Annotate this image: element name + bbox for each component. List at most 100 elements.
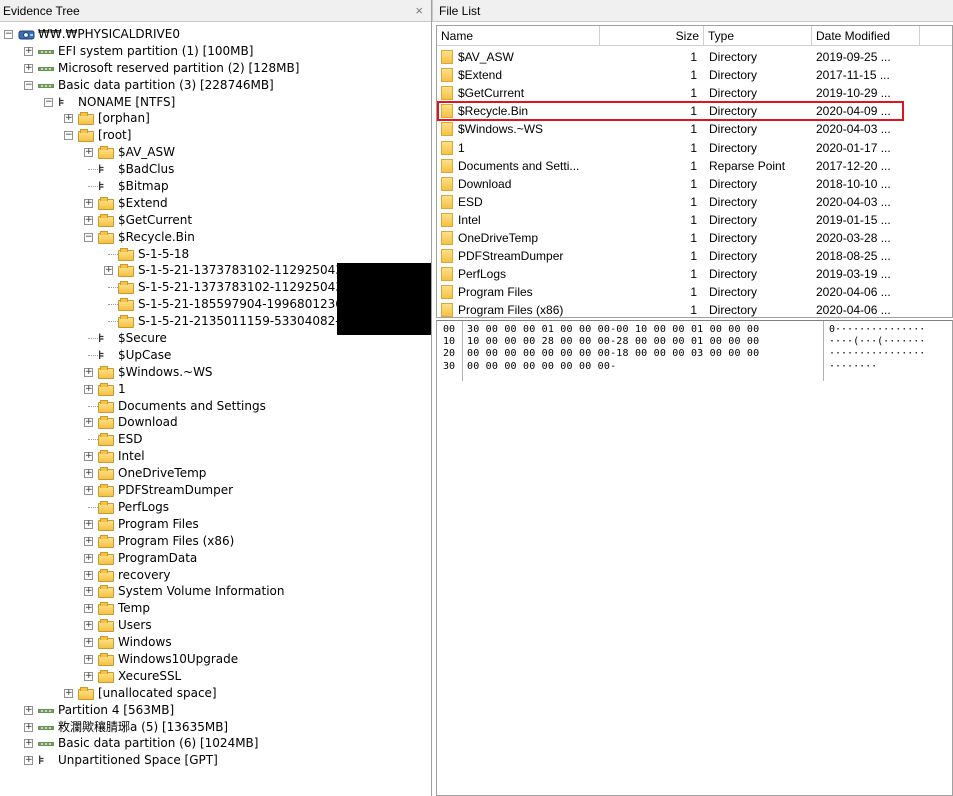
- tree-node-label: Unpartitioned Space [GPT]: [58, 753, 218, 768]
- file-row[interactable]: Program Files (x86) 1 Directory 2020-04-06 …: [437, 301, 952, 317]
- tree-node[interactable]: + EFI system partition (1) [100MB]: [0, 43, 431, 60]
- file-row[interactable]: PerfLogs 1 Directory 2019-03-19 ...: [437, 265, 952, 283]
- tree-node[interactable]: + Windows10Upgrade: [0, 651, 431, 668]
- tree-node[interactable]: + $Windows.~WS: [0, 364, 431, 381]
- expand-icon[interactable]: +: [24, 46, 33, 56]
- tree-node[interactable]: + Program Files: [0, 516, 431, 533]
- expand-icon[interactable]: +: [84, 587, 93, 597]
- file-row[interactable]: Documents and Setti... 1 Reparse Point 2017…: [437, 157, 952, 175]
- expand-icon[interactable]: +: [24, 63, 33, 73]
- file-row[interactable]: Download 1 Directory 2018-10-10 ...: [437, 175, 952, 193]
- tree-node[interactable]: + Temp: [0, 600, 431, 617]
- expand-icon[interactable]: +: [84, 519, 93, 529]
- tree-node[interactable]: − $Recycle.Bin: [0, 229, 431, 246]
- tree-node[interactable]: + Microsoft reserved partition (2) [128MB…: [0, 60, 431, 77]
- column-type[interactable]: Type: [704, 26, 812, 46]
- tree-node[interactable]: + Windows: [0, 634, 431, 651]
- column-name[interactable]: Name: [437, 26, 600, 46]
- hex-row[interactable]: 00 30 00 00 00 01 00 00 00-00 10 00 00 01…: [437, 324, 953, 336]
- file-row[interactable]: $Recycle.Bin 1 Directory 2020-04-09 ...: [437, 102, 952, 120]
- expand-icon[interactable]: +: [84, 469, 93, 479]
- expand-icon[interactable]: +: [64, 114, 73, 124]
- file-row[interactable]: 1 1 Directory 2020-01-17 ...: [437, 139, 952, 157]
- column-size[interactable]: Size: [600, 26, 704, 46]
- expand-icon[interactable]: +: [84, 384, 93, 394]
- expand-icon[interactable]: +: [84, 671, 93, 681]
- tree-node[interactable]: ⊧ $UpCase: [0, 347, 431, 364]
- expand-icon[interactable]: +: [24, 722, 33, 732]
- file-row[interactable]: Intel 1 Directory 2019-01-15 ...: [437, 211, 952, 229]
- file-row[interactable]: $GetCurrent 1 Directory 2019-10-29 ...: [437, 84, 952, 102]
- folder-icon: [98, 585, 114, 599]
- tree-node[interactable]: + $Extend: [0, 195, 431, 212]
- tree-node[interactable]: ⊧ $Bitmap: [0, 178, 431, 195]
- expand-icon[interactable]: +: [84, 570, 93, 580]
- tree-node[interactable]: + Download: [0, 414, 431, 431]
- expand-icon[interactable]: +: [84, 486, 93, 496]
- tree-node[interactable]: + Users: [0, 617, 431, 634]
- tree-node[interactable]: − ⊧ NONAME [NTFS]: [0, 94, 431, 111]
- tree-node[interactable]: + Partition 4 [563MB]: [0, 702, 431, 719]
- expand-icon[interactable]: +: [84, 536, 93, 546]
- expand-icon[interactable]: +: [24, 739, 33, 749]
- tree-node[interactable]: + Basic data partition (6) [1024MB]: [0, 735, 431, 752]
- expand-icon[interactable]: +: [84, 604, 93, 614]
- tree-node[interactable]: + Intel: [0, 448, 431, 465]
- collapse-icon[interactable]: −: [64, 131, 73, 141]
- collapse-icon[interactable]: −: [44, 97, 53, 107]
- tree-node[interactable]: − ₩₩.₩PHYSICALDRIVE0: [0, 26, 431, 43]
- column-date-modified[interactable]: Date Modified: [812, 26, 920, 46]
- expand-icon[interactable]: +: [84, 654, 93, 664]
- expand-icon[interactable]: +: [84, 418, 93, 428]
- hex-row[interactable]: 10 10 00 00 00 28 00 00 00-28 00 00 00 01…: [437, 336, 953, 348]
- collapse-icon[interactable]: −: [24, 80, 33, 90]
- file-row[interactable]: $Windows.~WS 1 Directory 2020-04-03 ...: [437, 120, 952, 138]
- expand-icon[interactable]: +: [24, 705, 33, 715]
- hex-row[interactable]: 20 00 00 00 00 00 00 00 00-18 00 00 00 03…: [437, 348, 953, 360]
- expand-icon[interactable]: +: [84, 638, 93, 648]
- tree-node[interactable]: + ProgramData: [0, 550, 431, 567]
- file-row[interactable]: OneDriveTemp 1 Directory 2020-03-28 ...: [437, 229, 952, 247]
- tree-node[interactable]: + recovery: [0, 567, 431, 584]
- expand-icon[interactable]: +: [84, 621, 93, 631]
- tree-node[interactable]: + PDFStreamDumper: [0, 482, 431, 499]
- collapse-icon[interactable]: −: [84, 232, 93, 242]
- tree-node[interactable]: + Program Files (x86): [0, 533, 431, 550]
- tree-node[interactable]: Documents and Settings: [0, 398, 431, 415]
- expand-icon[interactable]: +: [84, 553, 93, 563]
- tree-node[interactable]: ⊧ $BadClus: [0, 161, 431, 178]
- tree-node[interactable]: − [root]: [0, 127, 431, 144]
- expand-icon[interactable]: +: [84, 148, 93, 158]
- expand-icon[interactable]: +: [84, 452, 93, 462]
- file-row[interactable]: Program Files 1 Directory 2020-04-06 ...: [437, 283, 952, 301]
- hex-row[interactable]: 30 00 00 00 00 00 00 00 00- ········: [437, 361, 953, 373]
- tree-node[interactable]: S-1-5-18: [0, 246, 431, 263]
- file-row[interactable]: PDFStreamDumper 1 Directory 2018-08-25 ...: [437, 247, 952, 265]
- tree-node[interactable]: + XecureSSL: [0, 668, 431, 685]
- expand-icon[interactable]: +: [104, 266, 113, 276]
- tree-node[interactable]: + ⊧ Unpartitioned Space [GPT]: [0, 752, 431, 769]
- tree-node[interactable]: + $AV_ASW: [0, 144, 431, 161]
- collapse-icon[interactable]: −: [4, 30, 13, 39]
- tree-node[interactable]: PerfLogs: [0, 499, 431, 516]
- file-row[interactable]: ESD 1 Directory 2020-04-03 ...: [437, 193, 952, 211]
- tree-node[interactable]: + $GetCurrent: [0, 212, 431, 229]
- expand-icon[interactable]: +: [24, 756, 33, 766]
- file-type: Directory: [709, 86, 758, 101]
- tree-node[interactable]: + 敉瀾歟穰腈琊a (5) [13635MB]: [0, 719, 431, 736]
- tree-node[interactable]: +1: [0, 381, 431, 398]
- tree-node[interactable]: + System Volume Information: [0, 583, 431, 600]
- expand-icon[interactable]: +: [64, 688, 73, 698]
- file-row[interactable]: $AV_ASW 1 Directory 2019-09-25 ...: [437, 48, 952, 66]
- tree-node[interactable]: ESD: [0, 431, 431, 448]
- tree-node[interactable]: + [orphan]: [0, 110, 431, 127]
- tree-node[interactable]: + [unallocated space]: [0, 685, 431, 702]
- tree-node[interactable]: − Basic data partition (3) [228746MB]: [0, 77, 431, 94]
- close-icon[interactable]: ×: [415, 0, 423, 22]
- expand-icon[interactable]: +: [84, 215, 93, 225]
- expand-icon[interactable]: +: [84, 198, 93, 208]
- file-row[interactable]: $Extend 1 Directory 2017-11-15 ...: [437, 66, 952, 84]
- tree-node[interactable]: + OneDriveTemp: [0, 465, 431, 482]
- expand-icon[interactable]: +: [84, 367, 93, 377]
- file-date: 2020-04-03 ...: [816, 194, 891, 209]
